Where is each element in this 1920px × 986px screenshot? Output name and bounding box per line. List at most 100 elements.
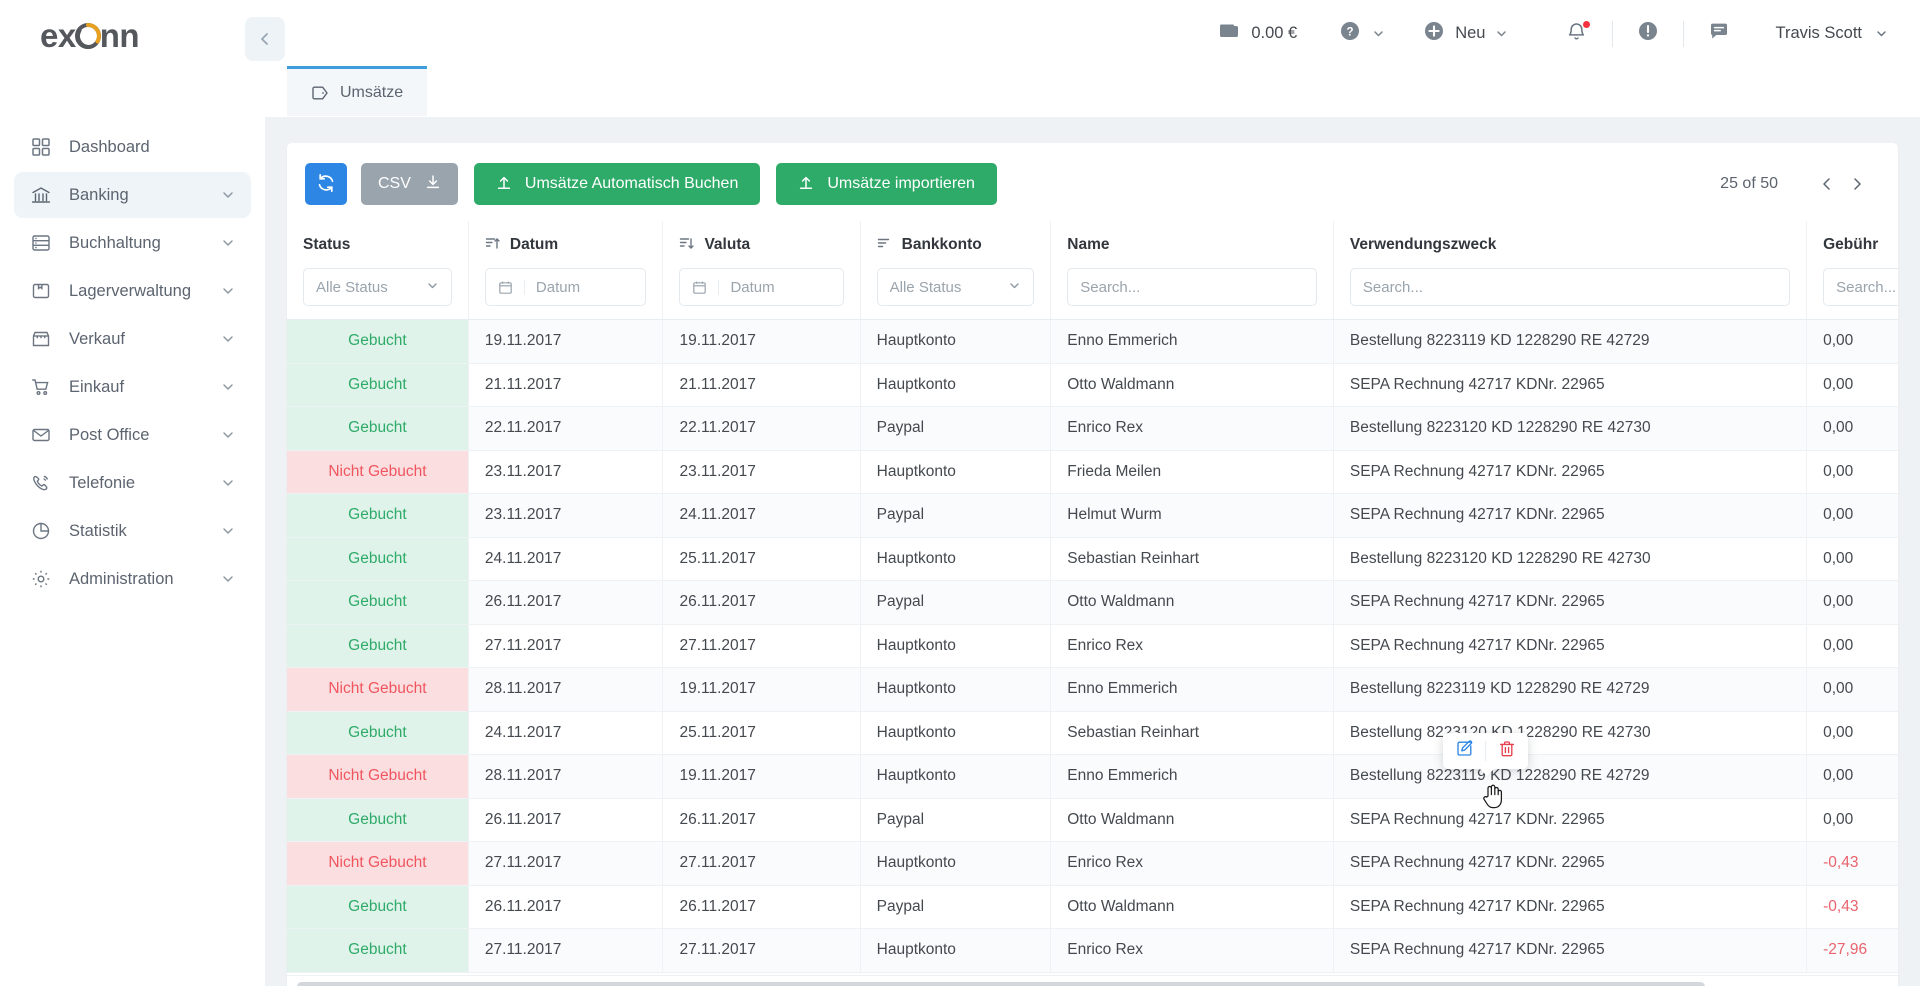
- cell-valuta: 25.11.2017: [662, 537, 861, 581]
- column-status[interactable]: Status Alle Status: [287, 221, 469, 320]
- cell-status: Gebucht: [287, 798, 469, 842]
- filter-verwendungszweck-input[interactable]: Search...: [1349, 268, 1791, 306]
- filter-value: Search...: [1362, 278, 1423, 296]
- sidebar-item-einkauf[interactable]: Einkauf: [14, 364, 251, 410]
- filter-valuta-input[interactable]: Datum: [679, 268, 844, 306]
- sidebar-item-verkauf[interactable]: Verkauf: [14, 316, 251, 362]
- sidebar-item-post-office[interactable]: Post Office: [14, 412, 251, 458]
- divider: [1682, 20, 1684, 47]
- cell-datum: 26.11.2017: [468, 885, 664, 929]
- cell-valuta: 19.11.2017: [662, 754, 861, 799]
- sort-ascending-icon[interactable]: [485, 235, 501, 256]
- user-name: Travis Scott: [1775, 24, 1863, 42]
- table-row[interactable]: Gebucht 23.11.2017 24.11.2017 Paypal Helmut …: [287, 493, 1898, 538]
- sidebar-item-buchhaltung[interactable]: Buchhaltung: [14, 220, 251, 266]
- new-menu[interactable]: Neu: [1423, 20, 1507, 47]
- table-head: Status Alle Status Datum Datum Valuta Da…: [287, 221, 1898, 320]
- column-bankkonto[interactable]: Bankkonto Alle Status: [860, 221, 1052, 320]
- cell-verwendungszweck: SEPA Rechnung 42717 KDNr. 22965: [1333, 624, 1808, 668]
- table-row[interactable]: Gebucht 26.11.2017 26.11.2017 Paypal Otto Wa…: [287, 885, 1898, 929]
- horizontal-scrollbar[interactable]: [287, 975, 1898, 986]
- exclamation-circle-icon: [1637, 20, 1659, 47]
- cell-datum: 27.11.2017: [468, 928, 664, 973]
- sidebar-item-label: Administration: [69, 569, 174, 588]
- edit-row-button[interactable]: [1452, 739, 1476, 763]
- table-row[interactable]: Gebucht 21.11.2017 21.11.2017 Hauptkonto Ott…: [287, 363, 1898, 407]
- scrollbar-thumb[interactable]: [297, 982, 1706, 986]
- filter-bankkonto-select[interactable]: Alle Status: [876, 268, 1035, 306]
- sidebar-item-statistik[interactable]: Statistik: [14, 508, 251, 554]
- filter-datum-input[interactable]: Datum: [484, 268, 647, 306]
- column-verwendungszweck[interactable]: Verwendungszweck Search...: [1333, 221, 1808, 320]
- column-label: Gebühr: [1823, 236, 1879, 253]
- cell-gebuehr: 0,00: [1806, 319, 1898, 364]
- filter-value: Alle Status: [316, 278, 388, 296]
- table-row[interactable]: Nicht Gebucht 23.11.2017 23.11.2017 Hauptko…: [287, 450, 1898, 494]
- wallet-amount: 0.00 €: [1251, 24, 1298, 42]
- filter-gebuehr-input[interactable]: Search...: [1823, 268, 1898, 306]
- column-name[interactable]: Name Search...: [1050, 221, 1334, 320]
- cell-bankkonto: Paypal: [860, 493, 1052, 538]
- table-row[interactable]: Gebucht 27.11.2017 27.11.2017 Hauptkonto Enr…: [287, 624, 1898, 668]
- help-menu[interactable]: ?: [1339, 20, 1385, 47]
- cell-status: Nicht Gebucht: [287, 841, 469, 886]
- sidebar-item-lagerverwaltung[interactable]: Lagerverwaltung: [14, 268, 251, 314]
- sidebar-item-banking[interactable]: Banking: [14, 172, 251, 218]
- cell-status: Nicht Gebucht: [287, 667, 469, 712]
- table-row[interactable]: Nicht Gebucht 28.11.2017 19.11.2017 Hauptko…: [287, 667, 1898, 712]
- auto-book-button[interactable]: Umsätze Automatisch Buchen: [473, 163, 761, 205]
- user-menu[interactable]: Travis Scott: [1776, 24, 1889, 43]
- cell-verwendungszweck: Bestellung 8223119 KD 1228290 RE 42729: [1333, 754, 1808, 799]
- divider: [1485, 741, 1486, 761]
- table-row[interactable]: Gebucht 19.11.2017 19.11.2017 Hauptkonto Enn…: [287, 319, 1898, 364]
- cell-verwendungszweck: SEPA Rechnung 42717 KDNr. 22965: [1333, 841, 1808, 886]
- csv-export-button[interactable]: CSV: [361, 163, 458, 205]
- table-row[interactable]: Gebucht 27.11.2017 27.11.2017 Hauptkonto Enr…: [287, 928, 1898, 973]
- table-header-row: Status Alle Status Datum Datum Valuta Da…: [287, 221, 1898, 320]
- cell-verwendungszweck: SEPA Rechnung 42717 KDNr. 22965: [1333, 885, 1808, 929]
- refresh-button[interactable]: [305, 163, 347, 205]
- column-gebuehr[interactable]: Gebühr Search...: [1806, 221, 1898, 320]
- filter-status-select[interactable]: Alle Status: [303, 268, 452, 306]
- filter-value: Datum: [535, 278, 581, 296]
- column-datum[interactable]: Datum Datum: [468, 221, 664, 320]
- cell-verwendungszweck: SEPA Rechnung 42717 KDNr. 22965: [1333, 450, 1808, 494]
- messages-button[interactable]: [1706, 21, 1732, 47]
- alerts-button[interactable]: [1635, 21, 1661, 47]
- filter-name-input[interactable]: Search...: [1067, 268, 1317, 306]
- cell-datum: 24.11.2017: [468, 537, 664, 581]
- next-page-button[interactable]: [1842, 169, 1872, 199]
- ledger-icon: [30, 232, 52, 254]
- cell-datum: 26.11.2017: [468, 798, 664, 842]
- sort-descending-icon[interactable]: [679, 235, 695, 256]
- delete-row-button[interactable]: [1495, 739, 1519, 763]
- import-button[interactable]: Umsätze importieren: [776, 163, 997, 205]
- sidebar-item-administration[interactable]: Administration: [14, 556, 251, 602]
- sidebar-item-dashboard[interactable]: Dashboard: [14, 124, 251, 170]
- sidebar-item-label: Verkauf: [69, 329, 125, 348]
- collapse-sidebar-button[interactable]: [245, 17, 285, 61]
- cell-name: Sebastian Reinhart: [1050, 537, 1334, 581]
- notifications-button[interactable]: [1564, 19, 1591, 47]
- table-scroll-container[interactable]: Status Alle Status Datum Datum Valuta Da…: [287, 221, 1898, 975]
- sidebar-item-telefonie[interactable]: Telefonie: [14, 460, 251, 506]
- cell-valuta: 27.11.2017: [662, 841, 861, 886]
- table-row[interactable]: Gebucht 24.11.2017 25.11.2017 Hauptkonto Seb…: [287, 711, 1898, 755]
- column-valuta[interactable]: Valuta Datum: [662, 221, 861, 320]
- cell-gebuehr: -0,43: [1806, 885, 1898, 929]
- cell-name: Enrico Rex: [1050, 928, 1334, 973]
- logo[interactable]: ex nn: [0, 0, 265, 72]
- wallet-balance[interactable]: 0.00 €: [1218, 20, 1297, 47]
- cell-valuta: 26.11.2017: [662, 798, 861, 842]
- prev-page-button[interactable]: [1812, 169, 1842, 199]
- table-row[interactable]: Gebucht 22.11.2017 22.11.2017 Paypal Enrico …: [287, 406, 1898, 451]
- table-row[interactable]: Gebucht 26.11.2017 26.11.2017 Paypal Otto Wa…: [287, 798, 1898, 842]
- table-row[interactable]: Nicht Gebucht 28.11.2017 19.11.2017 Hauptko…: [287, 754, 1898, 799]
- tab-umsaetze[interactable]: Umsätze: [287, 66, 428, 116]
- scrollbar-track[interactable]: [297, 982, 1888, 986]
- table-row[interactable]: Gebucht 24.11.2017 25.11.2017 Hauptkonto Seb…: [287, 537, 1898, 581]
- cell-verwendungszweck: SEPA Rechnung 42717 KDNr. 22965: [1333, 363, 1808, 407]
- sort-icon[interactable]: [877, 235, 893, 256]
- table-row[interactable]: Gebucht 26.11.2017 26.11.2017 Paypal Otto Wa…: [287, 580, 1898, 625]
- table-row[interactable]: Nicht Gebucht 27.11.2017 27.11.2017 Hauptko…: [287, 841, 1898, 886]
